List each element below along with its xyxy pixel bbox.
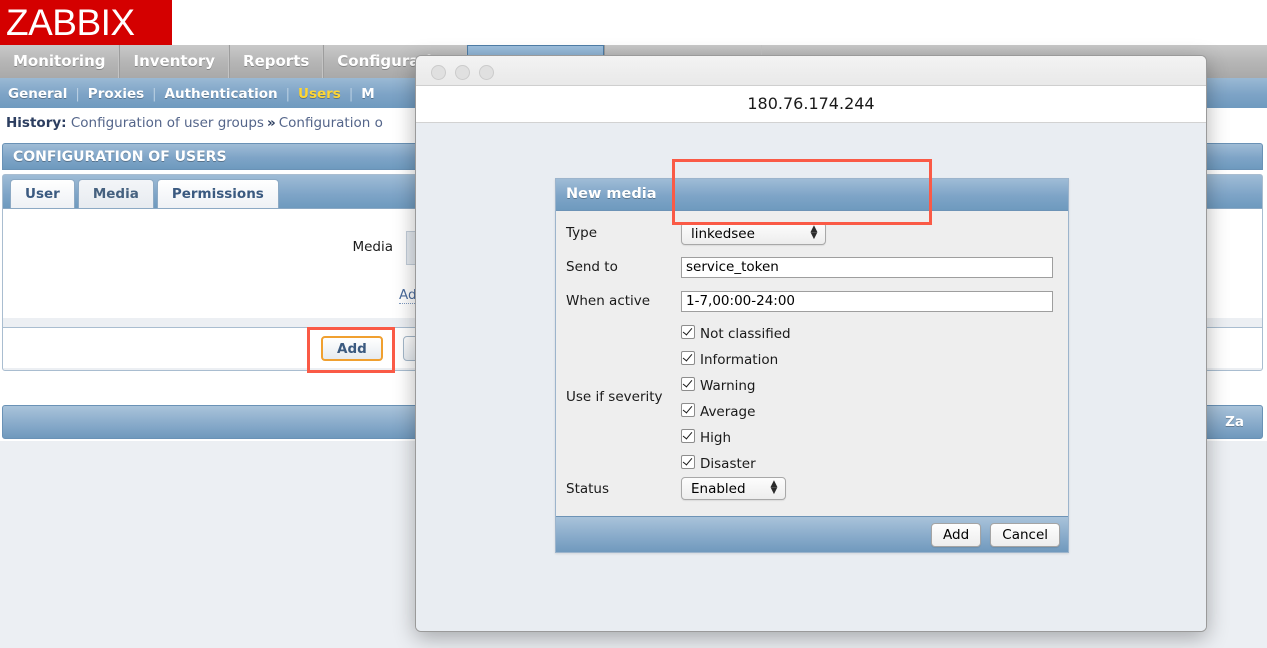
severity-item-disaster[interactable]: Disaster — [681, 451, 1068, 477]
sub-menu-separator: | — [285, 87, 290, 102]
main-menu-item-monitoring[interactable]: Monitoring — [0, 45, 120, 78]
sub-menu-item-authentication[interactable]: Authentication — [165, 86, 278, 102]
sub-menu-separator: | — [348, 87, 354, 102]
breadcrumb-arrow-icon: » — [266, 115, 276, 131]
close-dot-icon[interactable] — [431, 65, 446, 80]
breadcrumb-item-2[interactable]: Configuration o — [279, 115, 383, 131]
status-select[interactable]: Enabled — [681, 477, 786, 500]
tab-user[interactable]: User — [10, 179, 75, 208]
media-add-link[interactable]: Ad — [399, 287, 417, 304]
new-media-panel: New media Type linkedsee ▲ ▼ Send to ser… — [555, 178, 1069, 553]
zoom-dot-icon[interactable] — [479, 65, 494, 80]
severity-item-average[interactable]: Average — [681, 399, 1068, 425]
severity-item-label: High — [700, 430, 732, 446]
zabbix-logo[interactable]: ZABBIX — [0, 0, 172, 45]
severity-checkbox-list: Not classified Information Warning Avera… — [681, 321, 1068, 477]
window-titlebar — [416, 56, 1206, 86]
tab-media[interactable]: Media — [77, 179, 154, 208]
severity-item-information[interactable]: Information — [681, 347, 1068, 373]
breadcrumb-item-1[interactable]: Configuration of user groups — [71, 115, 264, 131]
status-label: Status — [566, 481, 610, 497]
severity-item-label: Information — [700, 352, 779, 368]
type-label: Type — [566, 225, 598, 241]
sub-menu-item-media-types[interactable]: M — [361, 86, 374, 102]
add-button[interactable]: Add — [931, 523, 982, 547]
new-media-footer: Add Cancel — [556, 516, 1068, 552]
checkbox-checked-icon[interactable] — [681, 377, 695, 391]
main-menu-item-inventory[interactable]: Inventory — [119, 45, 230, 78]
form-row-status: Status Enabled ▲ ▼ — [556, 477, 1068, 507]
window-title: 180.76.174.244 — [416, 86, 1206, 123]
severity-label: Use if severity — [566, 389, 663, 405]
when-active-input[interactable] — [681, 290, 1053, 312]
form-row-severity: Use if severity Not classified Informati… — [556, 321, 1068, 477]
severity-item-high[interactable]: High — [681, 425, 1068, 451]
severity-item-not-classified[interactable]: Not classified — [681, 321, 1068, 347]
send-to-input[interactable] — [681, 256, 1053, 278]
window-content: New media Type linkedsee ▲ ▼ Send to ser… — [416, 124, 1206, 631]
sub-menu-item-users[interactable]: Users — [298, 86, 341, 102]
severity-item-label: Not classified — [700, 326, 791, 342]
browser-window: 180.76.174.244 New media Type linkedsee — [415, 55, 1207, 632]
checkbox-checked-icon[interactable] — [681, 429, 695, 443]
checkbox-checked-icon[interactable] — [681, 325, 695, 339]
form-row-send-to: Send to — [556, 253, 1068, 287]
when-active-label: When active — [566, 293, 651, 309]
new-media-title: New media — [556, 179, 1068, 211]
severity-item-label: Warning — [700, 378, 756, 394]
form-row-type: Type linkedsee ▲ ▼ — [556, 219, 1068, 253]
new-media-form: Type linkedsee ▲ ▼ Send to service_token… — [556, 211, 1068, 516]
sub-menu-item-proxies[interactable]: Proxies — [88, 86, 144, 102]
severity-item-warning[interactable]: Warning — [681, 373, 1068, 399]
severity-item-label: Average — [700, 404, 756, 420]
severity-item-label: Disaster — [700, 456, 756, 472]
checkbox-checked-icon[interactable] — [681, 403, 695, 417]
sub-menu-item-general[interactable]: General — [8, 86, 67, 102]
media-label: Media — [352, 239, 393, 255]
save-add-button[interactable]: Add — [321, 336, 383, 361]
main-menu-item-reports[interactable]: Reports — [229, 45, 324, 78]
checkbox-checked-icon[interactable] — [681, 455, 695, 469]
sub-menu-separator: | — [152, 87, 157, 102]
type-select[interactable]: linkedsee — [681, 222, 826, 245]
logo-bar: ZABBIX — [0, 0, 1267, 45]
breadcrumb-label: History: — [6, 115, 67, 131]
send-to-label: Send to — [566, 259, 618, 275]
screenshot-root: ZABBIX Monitoring Inventory Reports Conf… — [0, 0, 1267, 648]
form-row-when-active: When active — [556, 287, 1068, 321]
cancel-button[interactable]: Cancel — [990, 523, 1060, 547]
tab-permissions[interactable]: Permissions — [156, 179, 279, 208]
checkbox-checked-icon[interactable] — [681, 351, 695, 365]
minimize-dot-icon[interactable] — [455, 65, 470, 80]
sub-menu-separator: | — [75, 87, 80, 102]
